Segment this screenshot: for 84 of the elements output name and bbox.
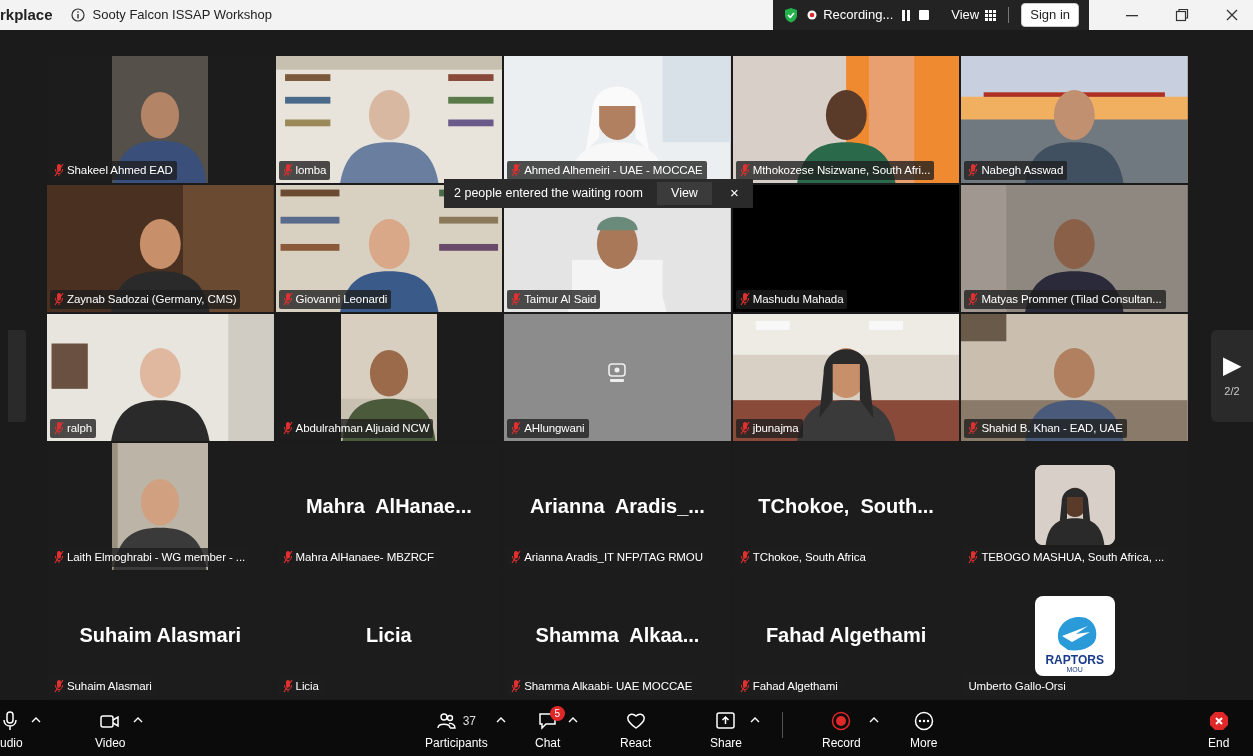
participant-label: Giovanni Leonardi [295,291,388,307]
participant-label: ralph [67,420,93,436]
participants-button[interactable]: 37 Participants [425,710,488,752]
share-screen-icon [716,711,736,731]
record-button[interactable]: Record [822,710,861,752]
participant-label: Umberto Gallo-Orsi [968,678,1066,694]
participant-label: jbunajma [752,420,799,436]
close-button[interactable]: × [725,182,743,205]
toolbar-label: React [620,735,652,752]
participant-label: Shakeel Ahmed EAD [67,162,173,178]
caret-icon[interactable] [568,716,579,724]
info-icon[interactable] [70,8,85,22]
participant-label: Shahid B. Khan - EAD, UAE [981,420,1123,436]
participants-icon [436,711,457,731]
logo-text: RAPTORS [1045,654,1104,666]
more-icon [913,711,934,731]
close-icon[interactable] [1225,8,1239,22]
record-icon [831,711,852,731]
grid-icon [985,9,997,21]
chat-icon [537,711,558,731]
participant-label: Arianna Aradis_IT NFP/TAG RMOU [524,549,703,565]
more-button[interactable]: More [910,710,938,752]
sign-in-button[interactable]: Sign in [1021,3,1079,27]
participant-label: Shamma Alkaabi- UAE MOCCAE [524,678,693,694]
meeting-title: Sooty Falcon ISSAP Workshop [92,6,272,25]
notification-text: 2 people entered the waiting room [454,185,643,202]
participant-label: AHlungwani [524,420,585,436]
toolbar-label: More [910,735,938,752]
toolbar-label: Video [95,735,126,752]
participant-label: TEBOGO MASHUA, South Africa, ... [981,549,1165,565]
view-button[interactable]: View [657,182,712,205]
record-dot-icon [807,10,818,20]
toolbar-label: udio [0,735,23,752]
participant-label: Licia [295,678,319,694]
participant-label: Fahad Algethami [752,678,838,694]
participant-name: TChokoe, South... [757,494,935,519]
participant-label: lomba [295,162,327,178]
pause-icon[interactable] [901,9,912,21]
caret-icon[interactable] [868,716,879,724]
participant-label: Abdulrahman Aljuaid NCW [295,420,430,436]
participant-label: Mthokozese Nsizwane, South Afri... [752,162,931,178]
caret-icon[interactable] [133,716,144,724]
unread-badge: 5 [549,706,565,721]
participant-label: Taimur Al Said [524,291,597,307]
caret-icon[interactable] [495,716,506,724]
heart-icon [625,711,646,731]
participant-label: Mahra AlHanaee- MBZRCF [295,549,434,565]
participant-label: Mashudu Mahada [752,291,844,307]
recording-label: Recording... [823,6,894,25]
caret-icon[interactable] [30,716,41,724]
shield-icon[interactable] [783,7,800,23]
stop-icon[interactable] [919,10,930,20]
participant-label: Matyas Prommer (Tilad Consultan... [981,291,1162,307]
participant-name: Licia [365,623,413,648]
react-button[interactable]: React [620,710,652,752]
toolbar-label: Participants [425,735,488,752]
next-page-button[interactable]: ▶ 2/2 [1211,330,1253,422]
participant-name: Fahad Algethami [764,623,928,648]
participant-label: Suhaim Alasmari [67,678,152,694]
participant-name: Arianna Aradis_... [529,494,706,519]
camera-icon [607,362,628,384]
audio-button[interactable]: udio [0,710,23,752]
app-name: rkplace [0,4,53,25]
toolbar-label: End [1208,735,1230,752]
toolbar-label: Record [822,735,861,752]
participant-label: TChokoe, South Africa [752,549,866,565]
participant-name: Shamma Alkaa... [534,623,701,648]
end-icon [1208,711,1229,731]
participant-label: Zaynab Sadozai (Germany, CMS) [67,291,237,307]
caret-icon[interactable] [750,716,761,724]
view-label: View [951,6,980,25]
video-button[interactable]: Video [95,710,126,752]
participant-name: Suhaim Alasmari [78,623,243,648]
participant-count: 37 [462,713,477,730]
end-button[interactable]: End [1208,710,1230,752]
participant-label: Laith Elmoghrabi - WG member - ... [67,549,246,565]
share-button[interactable]: Share [710,710,743,752]
toolbar-label: Share [710,735,743,752]
restore-icon[interactable] [1175,8,1189,22]
toolbar-label: Chat [535,735,561,752]
participant-name: Mahra AlHanae... [304,494,473,519]
view-menu[interactable]: View [951,5,997,25]
participant-label: Ahmed Alhemeiri - UAE - MOCCAE [524,162,703,178]
participant-label: Nabegh Asswad [981,162,1064,178]
